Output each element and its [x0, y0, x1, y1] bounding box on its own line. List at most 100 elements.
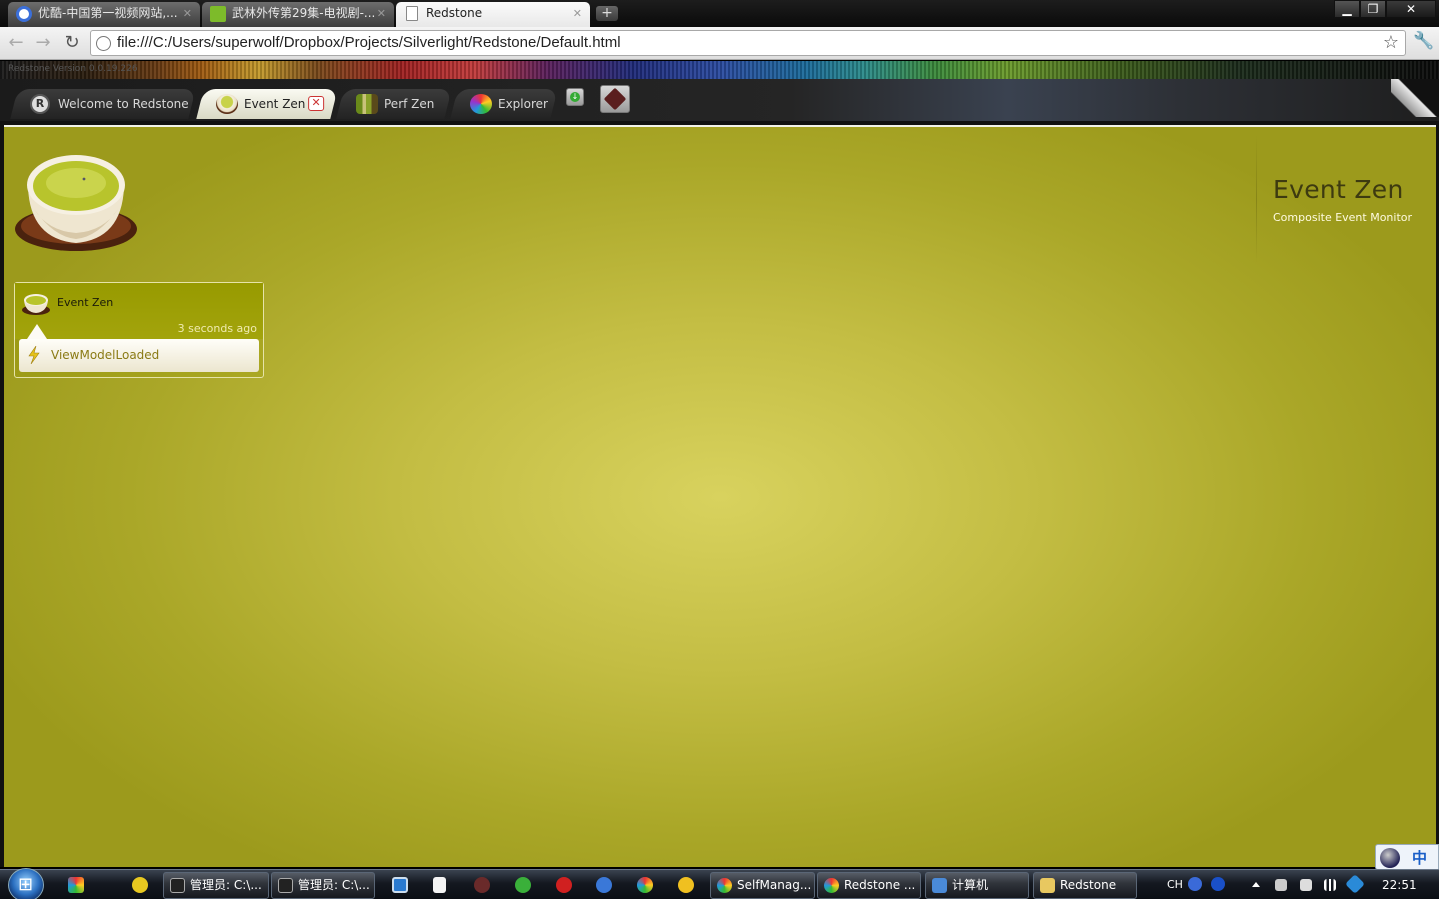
- event-card[interactable]: Event Zen 3 seconds ago ViewModelLoaded: [14, 282, 264, 378]
- maximize-button[interactable]: ❐: [1360, 0, 1386, 18]
- qq-penguin-icon[interactable]: [678, 877, 694, 893]
- version-label: Redstone Version 0.0.19.226: [8, 64, 138, 74]
- browser-toolbar: ← → ↻ file:///C:/Users/superwolf/Dropbox…: [0, 27, 1439, 60]
- tray-language[interactable]: CH: [1167, 878, 1183, 891]
- event-source-label: Event Zen: [57, 296, 114, 309]
- package-button[interactable]: [600, 85, 630, 113]
- task-label: 管理员: C:\...: [298, 878, 370, 892]
- new-tab-button[interactable]: +: [596, 6, 618, 21]
- close-tab-icon[interactable]: ✕: [308, 96, 325, 111]
- redstone-app: Redstone Version 0.0.19.226 R Welcome to…: [0, 61, 1439, 867]
- app-tab-label: Explorer: [498, 97, 548, 111]
- qiyi-icon: [210, 6, 226, 22]
- chrome-icon: [717, 878, 732, 893]
- address-bar[interactable]: file:///C:/Users/superwolf/Dropbox/Proje…: [90, 30, 1406, 56]
- computer-icon: [932, 878, 947, 893]
- ime-logo-icon: [1380, 848, 1400, 868]
- taskbar-task-redstone-folder[interactable]: Redstone: [1033, 872, 1137, 899]
- close-icon[interactable]: ✕: [377, 2, 386, 25]
- task-label: 计算机: [952, 878, 989, 892]
- chrome-icon: [824, 878, 839, 893]
- app-tab-label: Welcome to Redstone: [58, 97, 189, 111]
- cmd-icon: [170, 878, 185, 893]
- taskbar-task-computer[interactable]: 计算机: [925, 872, 1029, 899]
- start-button[interactable]: [8, 868, 44, 899]
- browser-tab-title: 武林外传第29集-电视剧-...: [232, 6, 376, 20]
- package-box-icon: [603, 87, 627, 111]
- beetle-icon[interactable]: [474, 877, 490, 893]
- document-icon[interactable]: [433, 877, 446, 893]
- close-icon[interactable]: ✕: [183, 2, 192, 25]
- close-window-button[interactable]: ✕: [1386, 0, 1436, 18]
- teacup-icon: [22, 294, 50, 315]
- green-app-icon[interactable]: [515, 877, 531, 893]
- app-tab-label: Perf Zen: [384, 97, 435, 111]
- task-label: 管理员: C:\...: [190, 878, 262, 892]
- bookmark-star-icon[interactable]: ☆: [1383, 32, 1399, 53]
- page-icon: [406, 6, 418, 21]
- ime-tray-icon[interactable]: [1188, 877, 1202, 891]
- browser-tab-title: 优酷-中国第一视频网站,...: [38, 6, 178, 20]
- header-divider: [1256, 135, 1257, 263]
- browser-tab-qiyi[interactable]: 武林外传第29集-电视剧-... ✕: [202, 2, 394, 27]
- app-tab-welcome[interactable]: R Welcome to Redstone: [10, 89, 196, 119]
- back-arrow-icon[interactable]: ←: [6, 33, 26, 53]
- chrome-icon[interactable]: [637, 877, 653, 893]
- teacup-logo-icon: [15, 155, 137, 251]
- event-list-item[interactable]: ViewModelLoaded: [19, 339, 259, 372]
- page-subtitle: Composite Event Monitor: [1273, 211, 1413, 224]
- download-arrow-icon: ↓: [570, 92, 580, 102]
- youku-icon: [16, 6, 32, 22]
- close-icon[interactable]: ✕: [573, 2, 582, 25]
- redstone-r-icon: R: [30, 94, 50, 114]
- app-tab-explorer[interactable]: Explorer: [450, 89, 558, 119]
- url-text[interactable]: file:///C:/Users/superwolf/Dropbox/Proje…: [117, 34, 621, 51]
- taskbar-task-cmd-1[interactable]: 管理员: C:\...: [163, 872, 269, 899]
- volume-icon[interactable]: [1275, 879, 1287, 891]
- show-desktop-icon[interactable]: [68, 877, 84, 893]
- event-card-header: Event Zen 3 seconds ago: [15, 283, 263, 339]
- task-label: SelfManag...: [737, 878, 812, 892]
- app-tab-event-zen[interactable]: Event Zen ✕: [196, 89, 338, 119]
- ime-language-indicator[interactable]: 中: [1412, 847, 1427, 868]
- bamboo-icon: [356, 94, 378, 114]
- browser-tab-youku[interactable]: 优酷-中国第一视频网站,... ✕: [8, 2, 200, 27]
- network-signal-icon[interactable]: [1324, 879, 1336, 891]
- player-icon[interactable]: [556, 877, 572, 893]
- download-button[interactable]: ↓: [566, 88, 584, 106]
- lightning-bolt-icon: [28, 346, 40, 364]
- app-tab-perf-zen[interactable]: Perf Zen: [336, 89, 452, 119]
- app-tab-bar: R Welcome to Redstone Event Zen ✕ Perf Z…: [0, 79, 1439, 121]
- action-center-flag-icon[interactable]: [1300, 879, 1312, 891]
- wrench-icon[interactable]: 🔧: [1413, 31, 1434, 51]
- taskbar-task-cmd-2[interactable]: 管理员: C:\...: [271, 872, 375, 899]
- teacup-icon: [216, 94, 238, 114]
- app-launcher-icon[interactable]: [392, 877, 408, 893]
- rainbow-header-strip: [0, 61, 1439, 79]
- event-name: ViewModelLoaded: [51, 348, 160, 362]
- forward-arrow-icon[interactable]: →: [33, 33, 53, 53]
- taskbar-task-redstone-chrome[interactable]: Redstone ...: [817, 872, 921, 899]
- browser-tab-title: Redstone: [426, 6, 483, 20]
- reload-icon[interactable]: ↻: [62, 33, 82, 53]
- help-icon[interactable]: [1211, 877, 1225, 891]
- event-timestamp: 3 seconds ago: [177, 322, 257, 335]
- app-tab-label: Event Zen: [244, 97, 306, 111]
- media-icon[interactable]: [596, 877, 612, 893]
- event-zen-stage: Event Zen Composite Event Monitor Event …: [4, 125, 1436, 867]
- minimize-button[interactable]: ▁: [1334, 0, 1360, 18]
- ime-language-bar[interactable]: 中: [1375, 844, 1439, 870]
- quicklaunch-plus-icon[interactable]: [132, 877, 148, 893]
- callout-pointer: [27, 324, 47, 339]
- taskbar-task-selfmanag[interactable]: SelfManag...: [710, 872, 815, 899]
- browser-tab-strip: 优酷-中国第一视频网站,... ✕ 武林外传第29集-电视剧-... ✕ Red…: [0, 0, 1439, 27]
- task-label: Redstone ...: [844, 878, 916, 892]
- page-curl-corner[interactable]: [1391, 79, 1439, 117]
- dropbox-icon[interactable]: [1345, 874, 1365, 894]
- show-hidden-icons-icon[interactable]: [1252, 882, 1260, 887]
- clock[interactable]: 22:51: [1382, 878, 1417, 892]
- cmd-icon: [278, 878, 293, 893]
- explorer-icon: [470, 94, 492, 114]
- task-label: Redstone: [1060, 878, 1117, 892]
- browser-tab-redstone[interactable]: Redstone ✕: [396, 2, 590, 27]
